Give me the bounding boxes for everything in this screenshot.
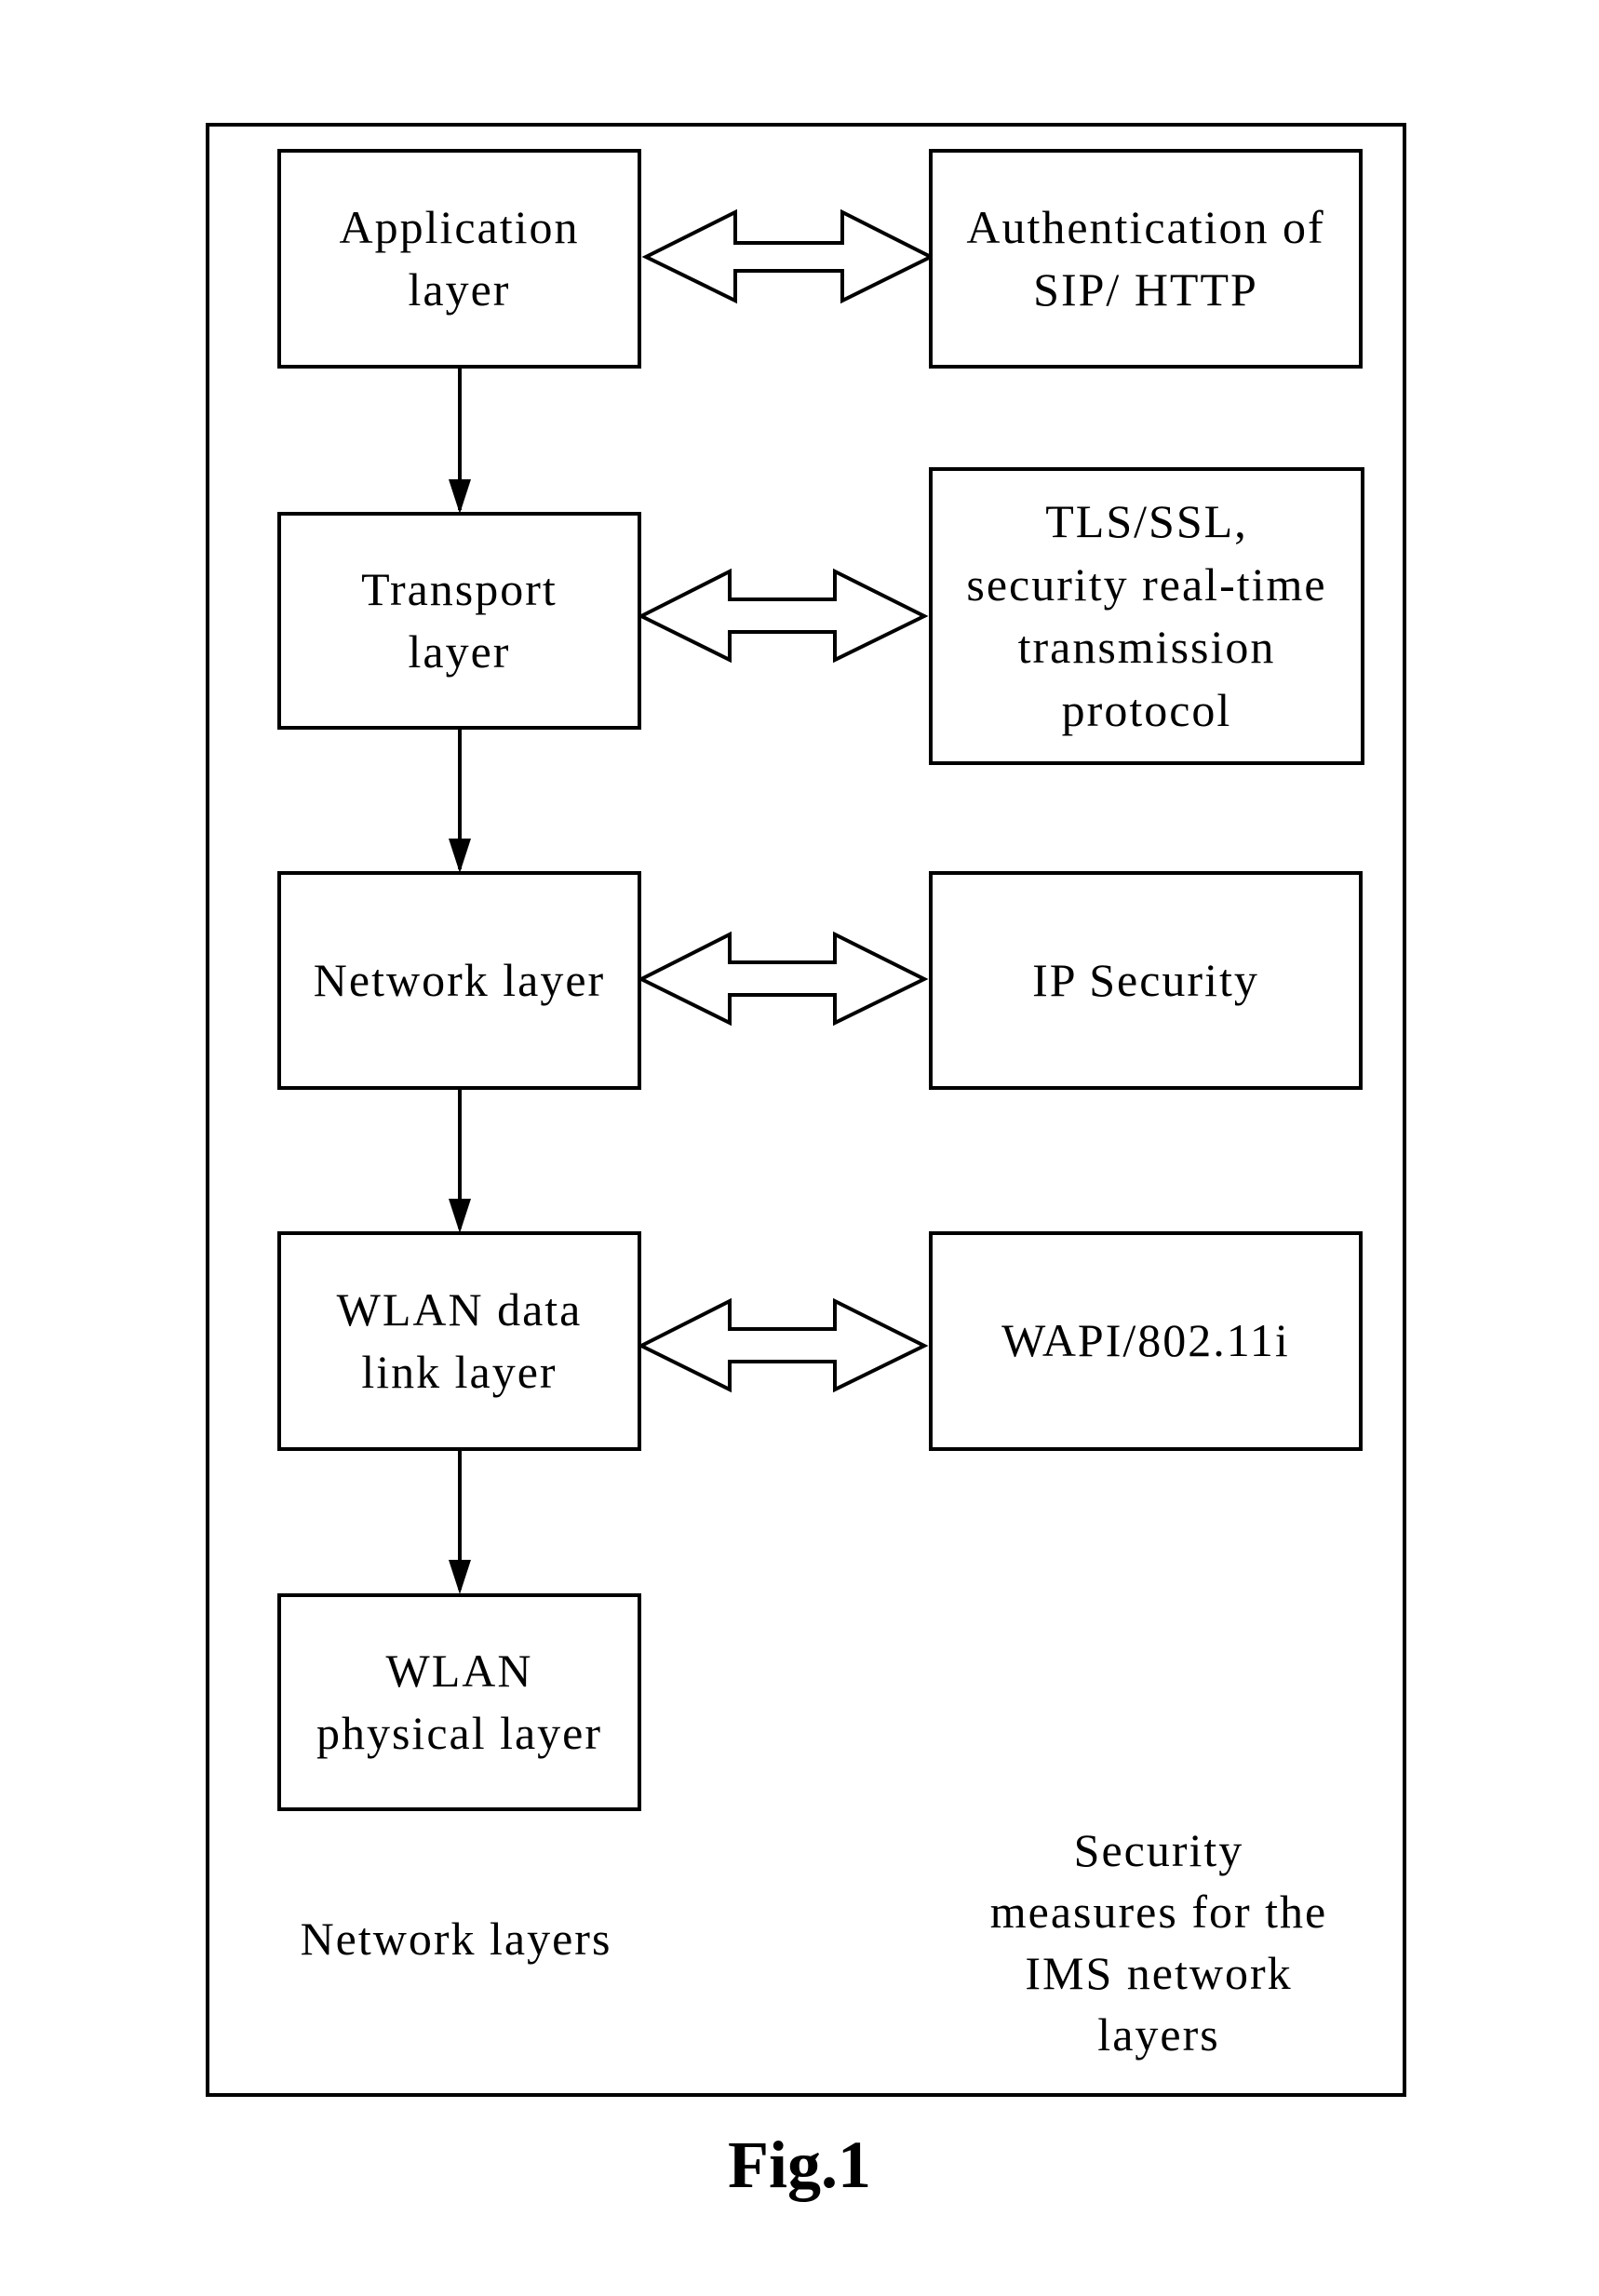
box-label: Application layer <box>339 200 580 316</box>
network-layer-box-datalink: WLAN data link layer <box>277 1231 641 1451</box>
box-label: Authentication of SIP/ HTTP <box>966 200 1325 316</box>
network-layer-box-transport: Transport layer <box>277 512 641 730</box>
box-label: WLAN physical layer <box>316 1644 603 1760</box>
box-label: Network layer <box>313 953 606 1006</box>
caption-network-layers: Network layers <box>300 1913 612 1965</box>
network-layer-box-physical: WLAN physical layer <box>277 1593 641 1811</box>
box-label: IP Security <box>1032 953 1259 1006</box>
network-layer-box-application: Application layer <box>277 149 641 369</box>
box-label: WLAN data link layer <box>336 1282 583 1399</box>
box-label: WAPI/802.11i <box>1001 1314 1290 1367</box>
security-box-wapi: WAPI/802.11i <box>929 1231 1363 1451</box>
box-label: TLS/SSL, security real-time transmission… <box>966 495 1327 736</box>
box-label: Transport layer <box>361 562 558 678</box>
network-layer-box-network: Network layer <box>277 871 641 1090</box>
caption-security-measures: Security measures for the IMS network la… <box>989 1824 1328 2061</box>
security-box-tls-ssl: TLS/SSL, security real-time transmission… <box>929 467 1364 765</box>
security-box-sip-http: Authentication of SIP/ HTTP <box>929 149 1363 369</box>
figure-label: Fig.1 <box>728 2128 871 2202</box>
security-box-ipsec: IP Security <box>929 871 1363 1090</box>
